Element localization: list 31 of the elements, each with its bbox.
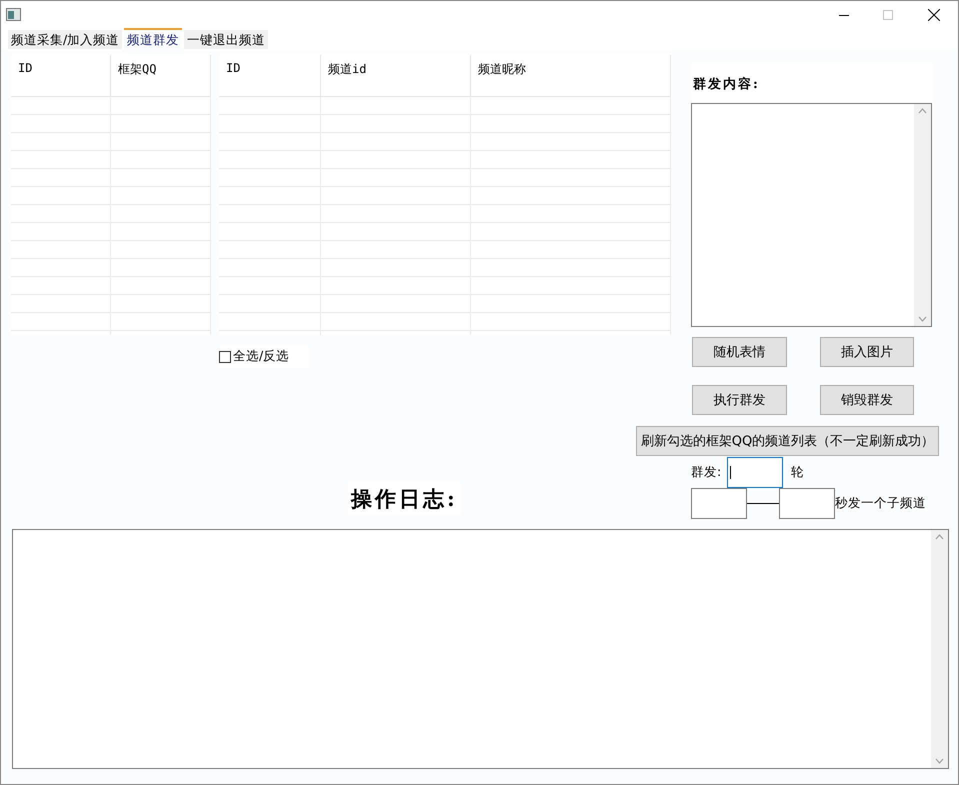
- app-icon: [6, 8, 21, 21]
- rounds-unit: 轮: [791, 464, 804, 481]
- maximize-icon: [883, 10, 893, 20]
- content-label: 群发内容:: [691, 63, 933, 103]
- action-button[interactable]: 销毁群发: [820, 385, 914, 415]
- scroll-up-icon[interactable]: [935, 534, 944, 540]
- tab[interactable]: 一键退出频道: [184, 30, 268, 49]
- scroll-up-icon[interactable]: [918, 108, 927, 114]
- rounds-label: 群发:: [691, 464, 722, 481]
- column-header[interactable]: ID: [219, 55, 321, 97]
- close-icon: [928, 8, 940, 20]
- action-button[interactable]: 执行群发: [692, 385, 787, 415]
- column-header[interactable]: 频道id: [321, 55, 471, 97]
- content-text-area[interactable]: [691, 103, 932, 327]
- log-title: 操作日志:: [348, 483, 461, 515]
- max-seconds-field[interactable]: [779, 488, 835, 519]
- interval-label: 秒发一个子频道: [835, 495, 926, 512]
- tab[interactable]: 频道采集/加入频道: [8, 30, 122, 49]
- column-header[interactable]: 框架QQ: [111, 55, 211, 97]
- column-header[interactable]: ID: [11, 55, 111, 97]
- tab[interactable]: 频道群发: [124, 28, 182, 49]
- scroll-down-icon[interactable]: [935, 758, 944, 764]
- scroll-down-icon[interactable]: [918, 316, 927, 322]
- column-header[interactable]: 频道昵称: [471, 55, 671, 97]
- refresh-button[interactable]: 刷新勾选的框架QQ的频道列表（不一定刷新成功）: [636, 426, 939, 456]
- select-all-checkbox[interactable]: 全选/反选: [219, 347, 310, 368]
- rounds-field[interactable]: [727, 457, 784, 488]
- action-button[interactable]: 随机表情: [692, 337, 787, 367]
- action-button[interactable]: 插入图片: [820, 337, 914, 367]
- log-text-area[interactable]: [12, 529, 949, 769]
- min-seconds-field[interactable]: [691, 488, 747, 519]
